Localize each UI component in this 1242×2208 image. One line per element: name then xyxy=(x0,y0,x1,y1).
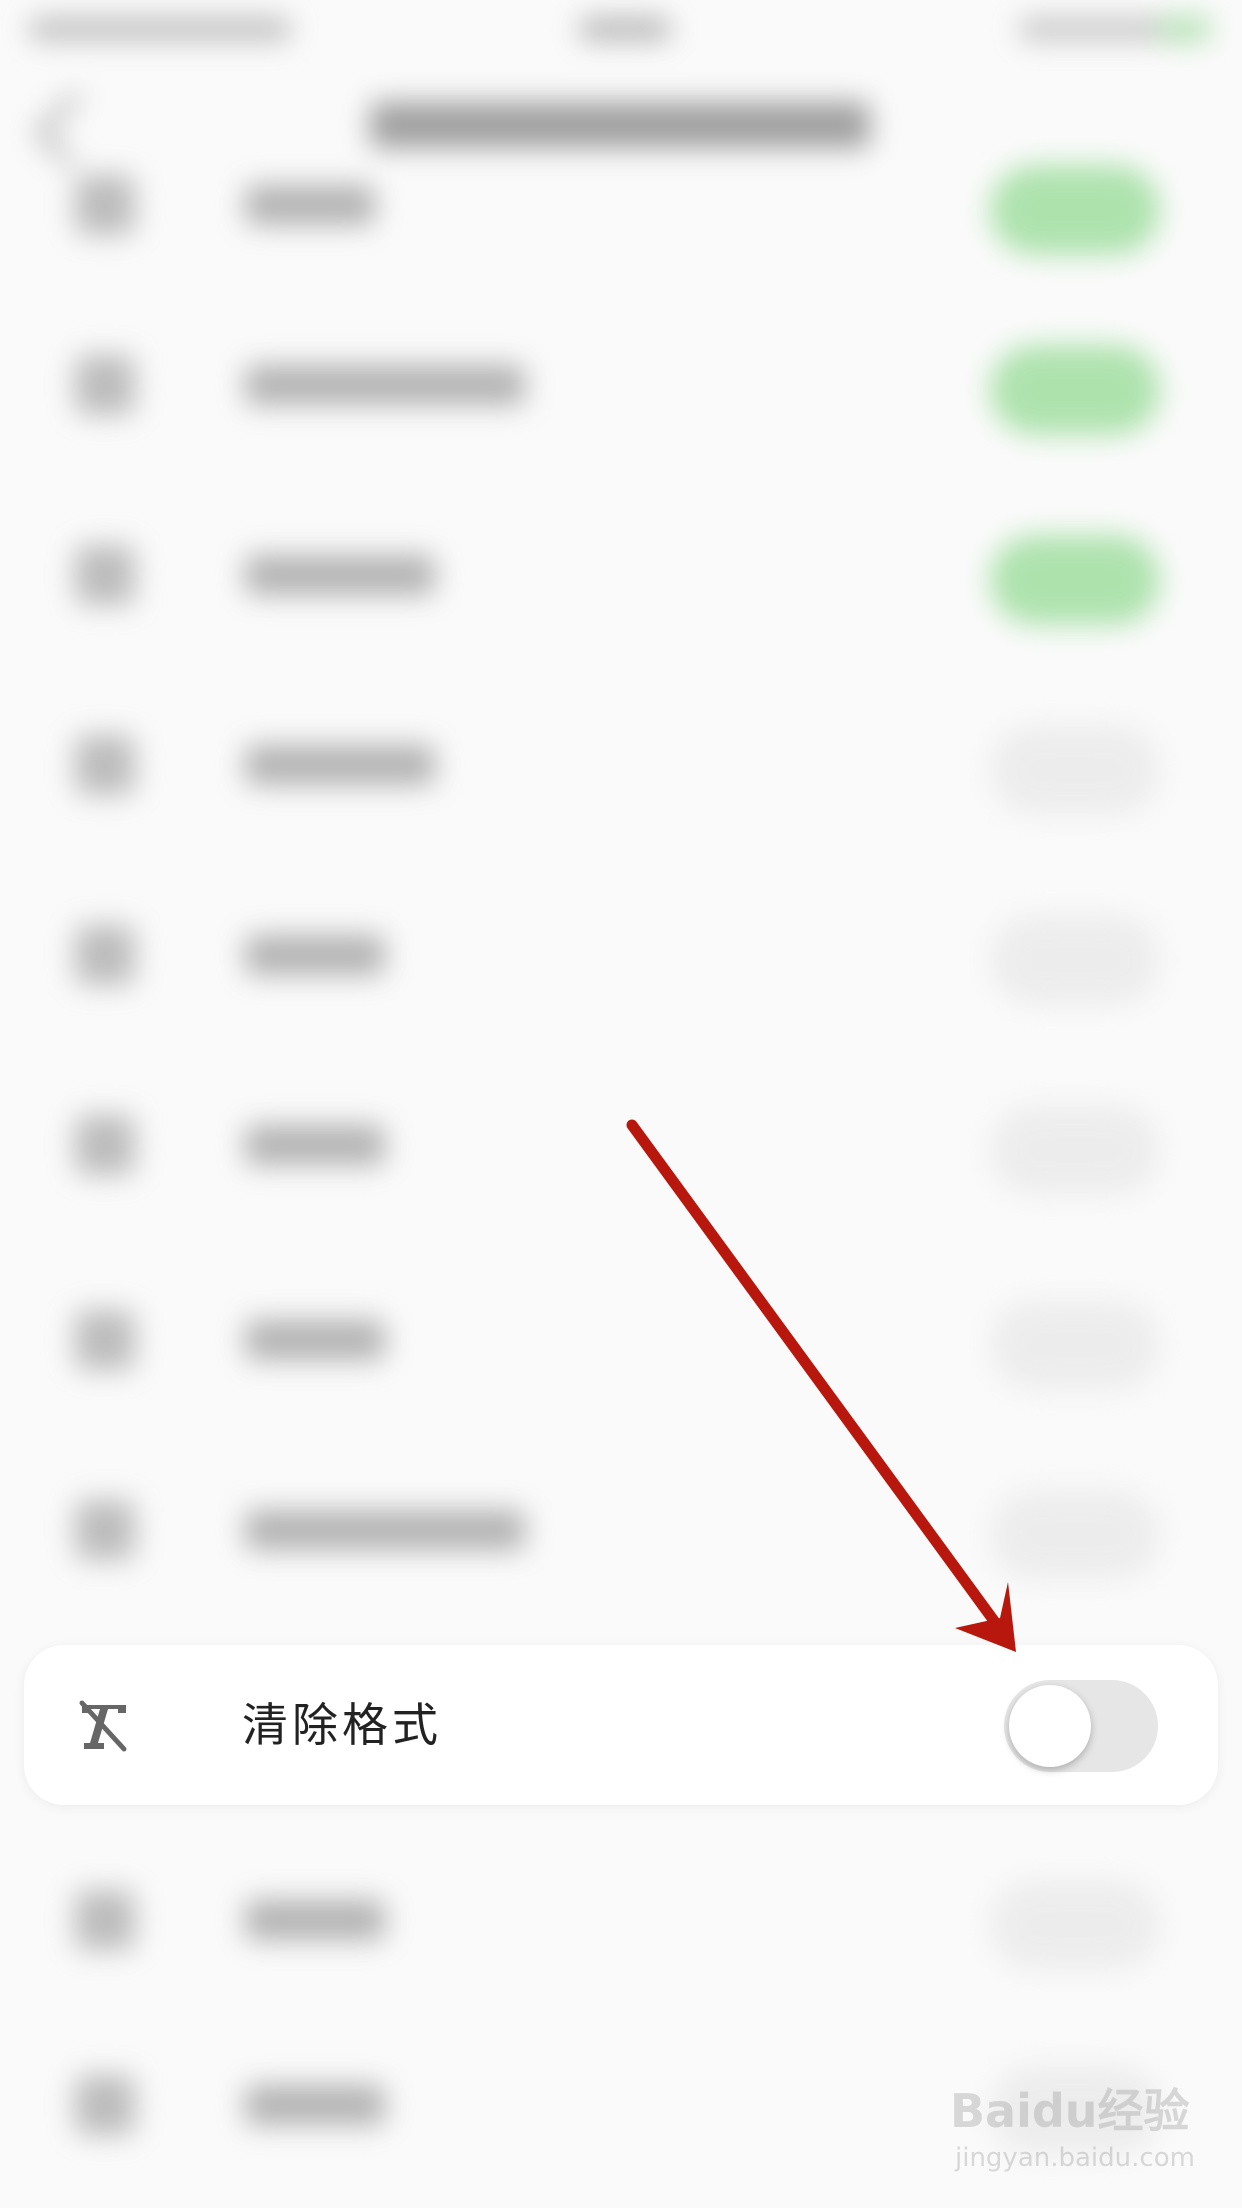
row-toggle[interactable] xyxy=(990,535,1160,625)
row-toggle[interactable] xyxy=(990,345,1160,435)
clear-format-row[interactable]: 清除格式 xyxy=(24,1645,1218,1805)
row-icon xyxy=(75,1310,135,1370)
row-label xyxy=(245,745,435,785)
row-icon xyxy=(75,2075,135,2135)
row-toggle[interactable] xyxy=(990,725,1160,815)
settings-row[interactable] xyxy=(0,1245,1242,1435)
row-label xyxy=(245,185,375,225)
settings-row[interactable] xyxy=(0,290,1242,480)
row-toggle[interactable] xyxy=(990,1105,1160,1195)
row-label xyxy=(245,935,385,975)
row-icon xyxy=(75,925,135,985)
row-icon xyxy=(75,355,135,415)
row-icon xyxy=(75,1890,135,1950)
row-label xyxy=(245,2085,385,2125)
row-icon xyxy=(75,735,135,795)
row-icon xyxy=(75,545,135,605)
row-toggle[interactable] xyxy=(990,165,1160,255)
settings-row[interactable] xyxy=(0,1435,1242,1625)
row-label xyxy=(245,1900,385,1940)
row-label xyxy=(245,1125,385,1165)
row-label xyxy=(245,1320,385,1360)
row-toggle[interactable] xyxy=(990,1880,1160,1970)
status-bar-indicators xyxy=(1020,18,1170,40)
row-icon xyxy=(75,1500,135,1560)
settings-row[interactable] xyxy=(0,1825,1242,2015)
clear-format-label: 清除格式 xyxy=(242,1698,442,1752)
settings-row[interactable] xyxy=(0,1050,1242,1240)
watermark-brand: Baidu经验 xyxy=(950,2084,1190,2138)
row-toggle[interactable] xyxy=(990,1300,1160,1390)
settings-row[interactable] xyxy=(0,110,1242,300)
blurred-background xyxy=(0,0,1242,2208)
row-label xyxy=(245,1510,525,1550)
settings-row[interactable] xyxy=(0,860,1242,1050)
row-icon xyxy=(75,1115,135,1175)
status-bar-time xyxy=(580,18,670,40)
baidu-watermark: Baidu经验 jingyan.baidu.com xyxy=(950,2075,1195,2185)
row-icon xyxy=(75,175,135,235)
clear-format-toggle[interactable] xyxy=(1004,1680,1158,1772)
status-bar-carrier xyxy=(30,18,290,40)
row-toggle[interactable] xyxy=(990,1490,1160,1580)
settings-row[interactable] xyxy=(0,670,1242,860)
settings-row[interactable] xyxy=(0,480,1242,670)
row-label xyxy=(245,365,525,405)
clear-format-icon xyxy=(79,1700,127,1752)
status-bar xyxy=(0,0,1242,60)
toggle-knob xyxy=(1009,1685,1091,1767)
battery-icon xyxy=(1160,16,1210,42)
row-toggle[interactable] xyxy=(990,915,1160,1005)
watermark-url: jingyan.baidu.com xyxy=(955,2143,1195,2173)
row-label xyxy=(245,555,435,595)
